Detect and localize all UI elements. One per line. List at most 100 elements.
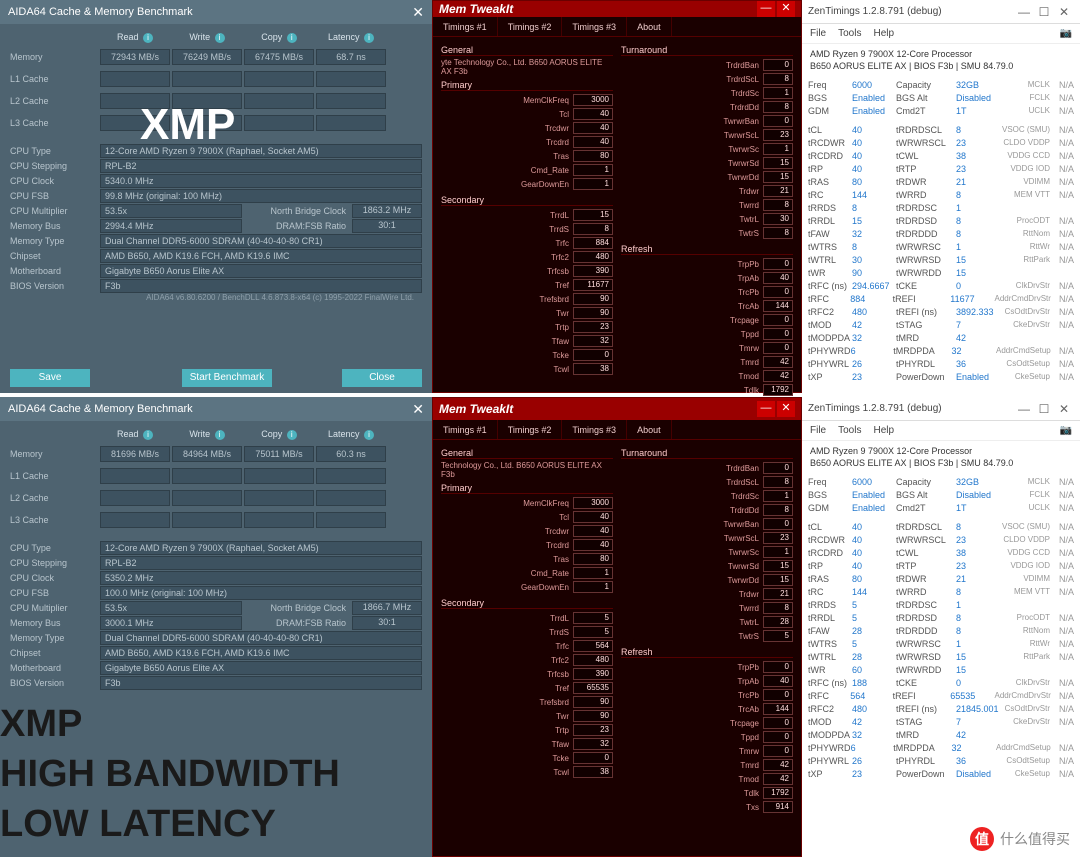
timing-value[interactable]: 480 [573, 251, 613, 263]
maximize-icon[interactable]: ☐ [1034, 5, 1054, 19]
empty-cell[interactable] [244, 512, 314, 528]
timing-value[interactable]: 32 [573, 335, 613, 347]
close-icon[interactable]: ✕ [1054, 402, 1074, 416]
minimize-icon[interactable]: — [757, 401, 775, 417]
info-icon[interactable]: i [364, 430, 374, 440]
mem-latency[interactable]: 60.3 ns [316, 446, 386, 462]
minimize-icon[interactable]: — [757, 1, 775, 17]
timing-value[interactable]: 15 [763, 157, 793, 169]
empty-cell[interactable] [244, 71, 314, 87]
timing-value[interactable]: 15 [763, 171, 793, 183]
info-icon[interactable]: i [143, 430, 153, 440]
timing-value[interactable]: 28 [763, 616, 793, 628]
timing-value[interactable]: 21 [763, 185, 793, 197]
timing-value[interactable]: 144 [763, 703, 793, 715]
timing-value[interactable]: 144 [763, 300, 793, 312]
empty-cell[interactable] [316, 468, 386, 484]
timing-value[interactable]: 1 [763, 143, 793, 155]
timing-value[interactable]: 40 [573, 525, 613, 537]
save-button[interactable]: Save [10, 369, 90, 387]
aida-titlebar[interactable]: AIDA64 Cache & Memory Benchmark✕ [0, 397, 432, 421]
timing-value[interactable]: 480 [573, 654, 613, 666]
timing-value[interactable]: 0 [763, 328, 793, 340]
timing-value[interactable]: 32 [573, 738, 613, 750]
timing-value[interactable]: 914 [763, 801, 793, 813]
close-button[interactable]: Close [342, 369, 422, 387]
close-icon[interactable]: ✕ [777, 401, 795, 417]
timing-value[interactable]: 40 [573, 108, 613, 120]
info-icon[interactable]: i [143, 33, 153, 43]
mem-read[interactable]: 72943 MB/s [100, 49, 170, 65]
info-icon[interactable]: i [287, 33, 297, 43]
empty-cell[interactable] [244, 468, 314, 484]
tab-timings #2[interactable]: Timings #2 [498, 17, 563, 36]
timing-value[interactable]: 80 [573, 150, 613, 162]
tab-timings #3[interactable]: Timings #3 [562, 420, 627, 439]
timing-value[interactable]: 0 [763, 342, 793, 354]
timing-value[interactable]: 0 [763, 689, 793, 701]
empty-cell[interactable] [244, 93, 314, 109]
empty-cell[interactable] [316, 115, 386, 131]
timing-value[interactable]: 8 [763, 73, 793, 85]
close-icon[interactable]: ✕ [777, 1, 795, 17]
timing-value[interactable]: 15 [763, 574, 793, 586]
timing-value[interactable]: 80 [573, 553, 613, 565]
timing-value[interactable]: 42 [763, 356, 793, 368]
empty-cell[interactable] [100, 512, 170, 528]
timing-value[interactable]: 1792 [763, 787, 793, 799]
zen-titlebar[interactable]: ZenTimings 1.2.8.791 (debug)—☐✕ [802, 0, 1080, 24]
timing-value[interactable]: 0 [763, 518, 793, 530]
timing-value[interactable]: 5 [573, 626, 613, 638]
timing-value[interactable]: 8 [763, 476, 793, 488]
menu-help[interactable]: Help [873, 28, 894, 39]
mem-write[interactable]: 76249 MB/s [172, 49, 242, 65]
timing-value[interactable]: 40 [573, 539, 613, 551]
timing-value[interactable]: 0 [763, 462, 793, 474]
timing-value[interactable]: 0 [763, 115, 793, 127]
empty-cell[interactable] [316, 71, 386, 87]
mem-read[interactable]: 81696 MB/s [100, 446, 170, 462]
timing-value[interactable]: 90 [573, 293, 613, 305]
timing-value[interactable]: 90 [573, 307, 613, 319]
timing-value[interactable]: 65535 [573, 682, 613, 694]
start-benchmark-button[interactable]: Start Benchmark [182, 369, 272, 387]
empty-cell[interactable] [100, 71, 170, 87]
timing-value[interactable]: 23 [763, 532, 793, 544]
timing-value[interactable]: 0 [763, 258, 793, 270]
timing-value[interactable]: 38 [573, 363, 613, 375]
empty-cell[interactable] [100, 490, 170, 506]
timing-value[interactable]: 42 [763, 370, 793, 382]
timing-value[interactable]: 40 [573, 122, 613, 134]
empty-cell[interactable] [244, 490, 314, 506]
timing-value[interactable]: 3000 [573, 94, 613, 106]
close-icon[interactable]: ✕ [412, 401, 424, 418]
timing-value[interactable]: 0 [763, 286, 793, 298]
empty-cell[interactable] [316, 512, 386, 528]
info-icon[interactable]: i [215, 430, 225, 440]
timing-value[interactable]: 38 [573, 766, 613, 778]
menu-file[interactable]: File [810, 28, 826, 39]
tab-timings #1[interactable]: Timings #1 [433, 17, 498, 36]
timing-value[interactable]: 8 [763, 602, 793, 614]
camera-icon[interactable]: 📷 [1060, 425, 1072, 436]
empty-cell[interactable] [172, 468, 242, 484]
timing-value[interactable]: 15 [573, 209, 613, 221]
timing-value[interactable]: 0 [763, 731, 793, 743]
maximize-icon[interactable]: ☐ [1034, 402, 1054, 416]
empty-cell[interactable] [316, 93, 386, 109]
timing-value[interactable]: 1 [573, 581, 613, 593]
timing-value[interactable]: 0 [763, 59, 793, 71]
timing-value[interactable]: 564 [573, 640, 613, 652]
camera-icon[interactable]: 📷 [1060, 28, 1072, 39]
timing-value[interactable]: 0 [573, 752, 613, 764]
menu-tools[interactable]: Tools [838, 28, 861, 39]
info-icon[interactable]: i [215, 33, 225, 43]
timing-value[interactable]: 390 [573, 265, 613, 277]
empty-cell[interactable] [100, 468, 170, 484]
timing-value[interactable]: 23 [573, 724, 613, 736]
timing-value[interactable]: 884 [573, 237, 613, 249]
mem-copy[interactable]: 67475 MB/s [244, 49, 314, 65]
timing-value[interactable]: 21 [763, 588, 793, 600]
timing-value[interactable]: 1 [763, 490, 793, 502]
timing-value[interactable]: 0 [763, 661, 793, 673]
